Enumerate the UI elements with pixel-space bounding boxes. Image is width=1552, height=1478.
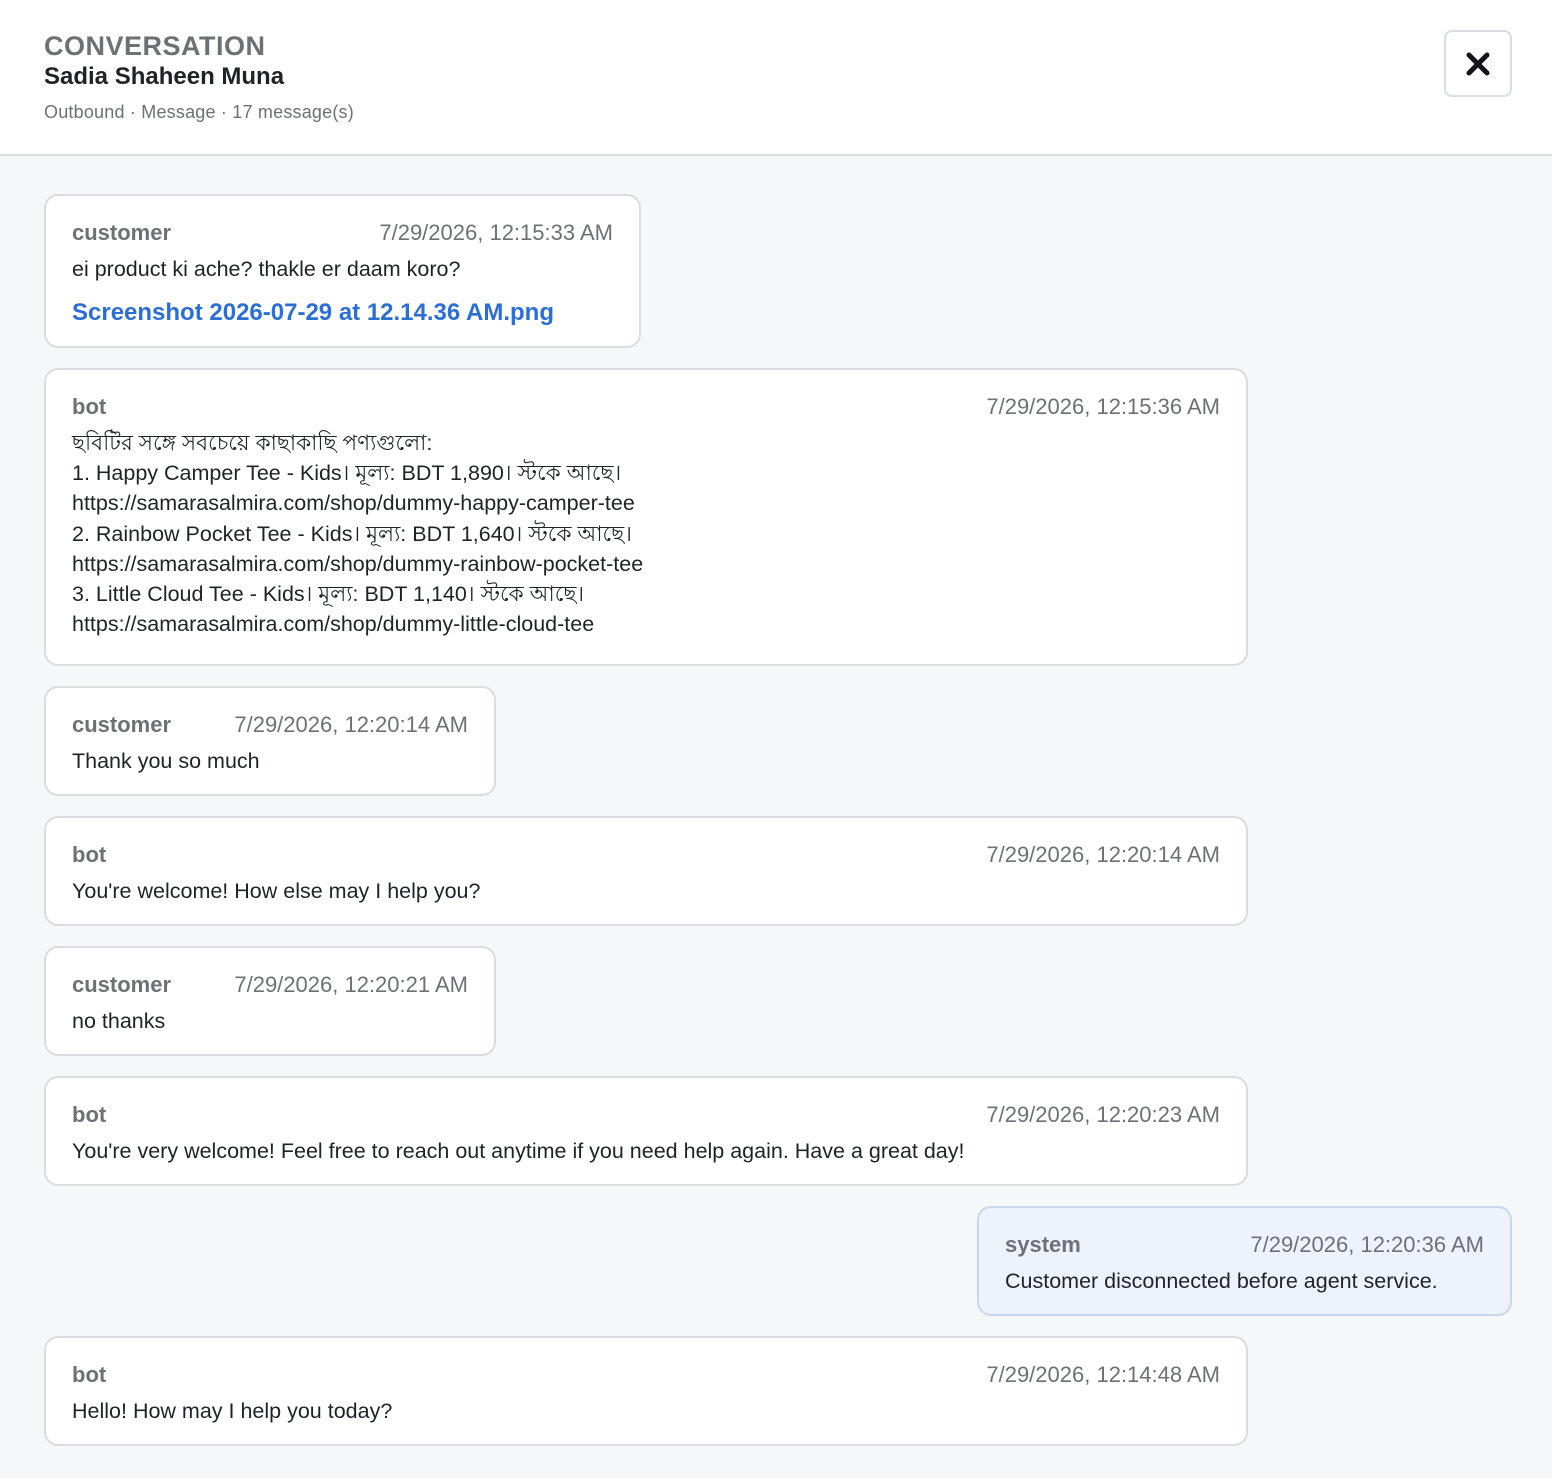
message-bubble-bot: bot 7/29/2026, 12:20:23 AM You're very w… [44, 1076, 1248, 1186]
attachment-link[interactable]: Screenshot 2026-07-29 at 12.14.36 AM.png [72, 298, 613, 328]
message-text: Customer disconnected before agent servi… [1005, 1269, 1438, 1293]
message-role: customer [72, 712, 172, 737]
contact-name: Sadia Shaheen Muna [44, 63, 285, 90]
message-text: ছবিটির সঙ্গে সবচেয়ে কাছাকাছি পণ্যগুলো: … [72, 431, 644, 637]
close-icon [1466, 52, 1490, 75]
message-role: bot [72, 1102, 107, 1127]
message-role: bot [72, 394, 107, 419]
message-bubble-bot: bot 7/29/2026, 12:15:36 AM ছবিটির সঙ্গে … [44, 368, 1248, 666]
message-bubble-bot: bot 7/29/2026, 12:20:14 AM You're welcom… [44, 816, 1248, 926]
message-timestamp: 7/29/2026, 12:20:21 AM [234, 972, 468, 997]
close-button[interactable] [1444, 30, 1512, 97]
message-text: Hello! How may I help you today? [72, 1399, 393, 1423]
message-text: You're very welcome! Feel free to reach … [72, 1139, 965, 1163]
message-text: Thank you so much [72, 749, 260, 773]
message-timestamp: 7/29/2026, 12:20:14 AM [986, 842, 1220, 867]
message-bubble-customer: customer 7/29/2026, 12:15:33 AM ei produ… [44, 194, 641, 348]
message-bubble-bot: bot 7/29/2026, 12:14:48 AM Hello! How ma… [44, 1336, 1248, 1446]
conversation-header: CONVERSATION Sadia Shaheen Muna Outbound… [0, 0, 1552, 156]
message-bubble-customer: customer 7/29/2026, 12:20:21 AM no thank… [44, 946, 496, 1056]
message-bubble-customer: customer 7/29/2026, 12:20:14 AM Thank yo… [44, 686, 496, 796]
message-role: system [1005, 1232, 1081, 1257]
message-text: You're welcome! How else may I help you? [72, 879, 481, 903]
message-role: bot [72, 1362, 107, 1387]
message-text: no thanks [72, 1009, 166, 1033]
conversation-meta: Outbound · Message · 17 message(s) [44, 102, 354, 122]
message-feed[interactable]: customer 7/29/2026, 12:15:33 AM ei produ… [0, 156, 1552, 1478]
message-bubble-system: system 7/29/2026, 12:20:36 AM Customer d… [977, 1206, 1512, 1316]
message-timestamp: 7/29/2026, 12:20:36 AM [1250, 1232, 1484, 1257]
message-role: customer [72, 220, 172, 245]
message-timestamp: 7/29/2026, 12:15:36 AM [986, 394, 1220, 419]
message-text: ei product ki ache? thakle er daam koro? [72, 257, 461, 281]
message-timestamp: 7/29/2026, 12:15:33 AM [379, 220, 613, 245]
header-eyebrow: CONVERSATION [44, 31, 266, 61]
message-timestamp: 7/29/2026, 12:14:48 AM [986, 1362, 1220, 1387]
message-role: bot [72, 842, 107, 867]
message-timestamp: 7/29/2026, 12:20:23 AM [986, 1102, 1220, 1127]
message-role: customer [72, 972, 172, 997]
message-timestamp: 7/29/2026, 12:20:14 AM [234, 712, 468, 737]
